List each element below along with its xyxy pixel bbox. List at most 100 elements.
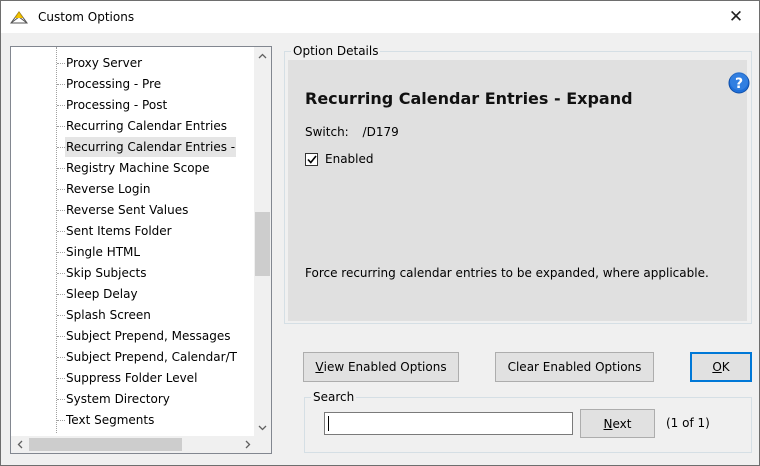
search-match-count: (1 of 1) (666, 416, 710, 430)
scroll-corner (254, 436, 271, 453)
tree-connector (57, 378, 65, 379)
clear-enabled-options-button[interactable]: Clear Enabled Options (495, 352, 654, 382)
list-item[interactable]: Text Segments (56, 410, 256, 430)
list-item-label: Subject Prepend, Messages (66, 329, 231, 343)
tree-connector (57, 168, 65, 169)
list-item[interactable]: Processing - Pre (56, 74, 256, 94)
list-item-label: Reverse Sent Values (66, 203, 189, 217)
scroll-down-icon[interactable] (254, 419, 271, 436)
tree-connector (57, 336, 65, 337)
horizontal-scroll-thumb[interactable] (29, 438, 182, 451)
help-icon[interactable]: ? (728, 72, 750, 94)
list-item-label: Subject Prepend, Calendar/T (66, 350, 237, 364)
view-enabled-accel: V (315, 360, 324, 374)
title-bar: Custom Options ✕ (1, 1, 759, 33)
list-item-label: Splash Screen (66, 308, 151, 322)
option-details-panel: Recurring Calendar Entries - Expand Swit… (288, 60, 750, 321)
view-enabled-label: iew Enabled Options (323, 360, 447, 374)
enabled-checkbox-row[interactable]: Enabled (305, 152, 374, 166)
option-title: Recurring Calendar Entries - Expand (305, 89, 633, 108)
tree-connector (57, 357, 65, 358)
search-group: Search Next (1 of 1) (304, 390, 752, 453)
window-title: Custom Options (38, 10, 135, 24)
list-item[interactable]: Reverse Login (56, 179, 256, 199)
list-item[interactable]: Skip Subjects (56, 263, 256, 283)
list-item[interactable]: System Directory (56, 389, 256, 409)
list-item[interactable]: Processing - Post (56, 95, 256, 115)
option-description: Force recurring calendar entries to be e… (305, 266, 709, 280)
option-details-legend: Option Details (291, 44, 381, 58)
list-item-label: Proxy Server (66, 56, 143, 70)
vertical-scrollbar[interactable] (254, 47, 271, 436)
list-item-label: Text Segments (66, 413, 155, 427)
list-item[interactable]: Recurring Calendar Entries - (56, 137, 256, 157)
list-item[interactable]: Subject Prepend, Calendar/T (56, 347, 256, 367)
option-switch: Switch: /D179 (305, 125, 399, 139)
svg-text:?: ? (735, 76, 743, 92)
scroll-up-icon[interactable] (254, 47, 271, 64)
tree-connector (57, 63, 65, 64)
tree-connector (57, 189, 65, 190)
ok-button[interactable]: OK (690, 352, 752, 382)
tree-connector (57, 399, 65, 400)
list-item[interactable]: Proxy Server (56, 53, 256, 73)
tree-connector (57, 294, 65, 295)
option-list-viewport: Proxy Server Processing - Pre Processing -… (11, 47, 256, 433)
list-item-label: System Directory (66, 392, 170, 406)
list-item-label: Reverse Login (66, 182, 151, 196)
tree-connector (57, 210, 65, 211)
enabled-checkbox[interactable] (305, 152, 318, 166)
list-item[interactable]: Registry Machine Scope (56, 158, 256, 178)
list-item-label: Sent Items Folder (66, 224, 172, 238)
vertical-scroll-thumb[interactable] (255, 212, 270, 276)
tree-connector (57, 252, 65, 253)
list-item-label: Registry Machine Scope (66, 161, 210, 175)
tree-connector (57, 126, 65, 127)
list-item-label: Recurring Calendar Entries (66, 119, 227, 133)
list-item-label: Single HTML (66, 245, 141, 259)
list-item[interactable]: Sleep Delay (56, 284, 256, 304)
list-item-label: Sleep Delay (66, 287, 138, 301)
option-list[interactable]: Proxy Server Processing - Pre Processing -… (10, 46, 272, 454)
close-icon: ✕ (728, 7, 744, 27)
list-item[interactable]: Splash Screen (56, 305, 256, 325)
text-caret (328, 416, 329, 431)
tree-connector (57, 420, 65, 421)
tree-connector (57, 231, 65, 232)
switch-label: Switch: (305, 125, 349, 139)
tree-connector (57, 84, 65, 85)
option-details-group: Option Details Recurring Calendar Entrie… (284, 44, 752, 324)
search-input[interactable] (324, 412, 573, 435)
tree-connector (57, 273, 65, 274)
list-item[interactable]: Sent Items Folder (56, 221, 256, 241)
next-accel: N (603, 416, 613, 431)
custom-options-window: Custom Options ✕ Proxy Server Processing … (0, 0, 760, 466)
list-item-label: Suppress Folder Level (66, 371, 198, 385)
list-item[interactable]: Subject Prepend, Messages (56, 326, 256, 346)
checkmark-icon (306, 155, 317, 164)
list-item-label: Processing - Post (66, 98, 168, 112)
enabled-label: Enabled (325, 152, 374, 166)
next-button[interactable]: Next (580, 409, 655, 438)
search-legend: Search (311, 390, 357, 404)
tree-connector (57, 105, 65, 106)
ok-label: K (721, 360, 730, 374)
list-item[interactable]: Suppress Folder Level (56, 368, 256, 388)
horizontal-scrollbar[interactable] (11, 436, 256, 453)
list-item[interactable]: Single HTML (56, 242, 256, 262)
list-item-label: Processing - Pre (66, 77, 162, 91)
close-button[interactable]: ✕ (713, 1, 759, 33)
view-enabled-options-button[interactable]: View Enabled Options (303, 352, 459, 382)
list-item-label: Recurring Calendar Entries - (65, 137, 237, 157)
tree-connector (57, 315, 65, 316)
list-item[interactable]: Recurring Calendar Entries (56, 116, 256, 136)
tree-connector (57, 147, 65, 148)
ok-accel: O (712, 360, 722, 374)
scroll-left-icon[interactable] (11, 436, 28, 453)
clear-enabled-label: Clear Enabled Options (507, 360, 642, 374)
list-item-label: Skip Subjects (66, 266, 147, 280)
list-item[interactable]: Reverse Sent Values (56, 200, 256, 220)
switch-value: /D179 (362, 125, 399, 139)
app-icon (10, 11, 28, 24)
next-label: ext (612, 416, 632, 431)
